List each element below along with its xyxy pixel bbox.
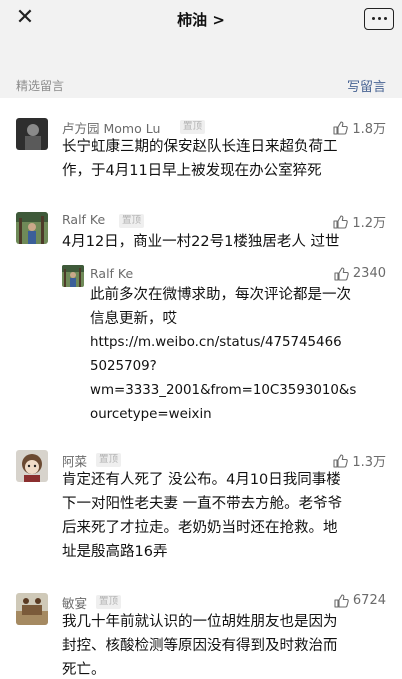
reply-author[interactable]: Ralf Ke [90,266,133,281]
top-bar: ✕ 柿油 > [0,0,402,38]
reply-link[interactable]: https://m.weibo.cn/status/475745466 5025… [90,331,356,427]
comment-text: 肯定还有人死了 没公布。4月10日我同事楼 下一对阳性老夫妻 一直不带去方舱。老… [62,472,343,560]
like-count: 2340 [352,266,386,281]
more-icon[interactable] [364,8,394,30]
thumbs-up-icon [333,453,349,468]
like-button[interactable]: 2340 [334,266,386,281]
like-count: 1.8万 [352,122,386,137]
comment-text: 4月12日，商业一村22号1楼独居老人 过世 [62,234,340,250]
pinned-badge: 置顶 [119,214,145,228]
section-title: 精选留言 [16,79,65,93]
pinned-badge: 置顶 [180,120,206,134]
like-count: 6724 [352,593,386,608]
thumbs-up-icon [333,214,349,229]
avatar[interactable] [16,118,48,150]
avatar[interactable] [16,450,48,482]
like-button[interactable]: 6724 [334,593,386,608]
thumbs-up-icon [334,266,349,281]
comment-text: 长宁虹康三期的保安赵队长连日来超负荷工 作，于4月11日早上被发现在办公室猝死 [62,139,338,179]
pinned-badge: 置顶 [96,453,122,467]
comment-text: 我几十年前就认识的一位胡姓朋友也是因为 封控、核酸检测等原因没有得到及时救治而 … [62,614,338,678]
page-title[interactable]: 柿油 > [0,9,402,30]
like-button[interactable]: 1.8万 [333,118,386,137]
pinned-badge: 置顶 [96,595,122,609]
section-header: 精选留言 写留言 [0,38,402,98]
avatar[interactable] [16,212,48,244]
write-comment-button[interactable]: 写留言 [347,76,386,95]
like-button[interactable]: 1.2万 [333,212,386,231]
reply-text: 此前多次在微博求助，每次评论都是一次 信息更新，哎 [90,287,351,327]
comment-list: 卢方园 Momo Lu 置顶 1.8万 长宁虹康三期的保安赵队长连日来超负荷工 … [0,98,402,679]
avatar[interactable] [62,265,84,287]
like-count: 1.2万 [352,216,386,231]
thumbs-up-icon [334,593,349,608]
like-count: 1.3万 [352,455,386,470]
avatar[interactable] [16,593,48,625]
thumbs-up-icon [333,120,349,135]
comment-author[interactable]: Ralf Ke [62,212,105,227]
